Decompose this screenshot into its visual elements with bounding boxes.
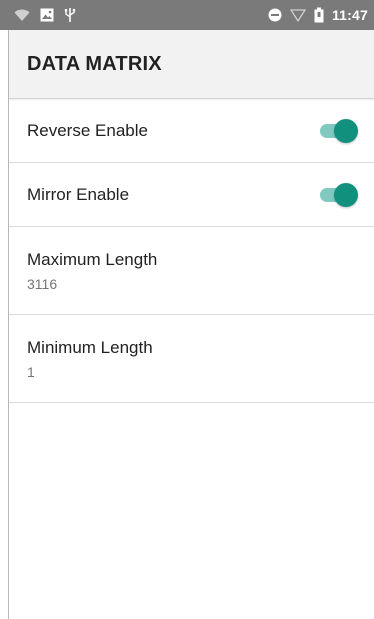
switch-thumb [334, 182, 358, 207]
app-bar: DATA MATRIX [9, 30, 374, 99]
status-time: 11:47 [331, 7, 368, 23]
page-title: DATA MATRIX [27, 52, 162, 75]
signal-icon [289, 8, 306, 22]
usb-icon [64, 7, 76, 23]
status-bar: 11:47 [0, 0, 374, 30]
image-icon [40, 8, 54, 22]
setting-label: Maximum Length [27, 249, 158, 269]
screen: 11:47 DATA MATRIX Reverse Enable Mirror … [0, 0, 374, 619]
setting-mirror-enable[interactable]: Mirror Enable [9, 163, 374, 227]
do-not-disturb-icon [268, 8, 282, 22]
settings-list: Reverse Enable Mirror Enable Maximum Len… [9, 99, 374, 403]
setting-value: 1 [27, 363, 35, 380]
setting-value: 3116 [27, 275, 58, 292]
switch-thumb [334, 118, 358, 143]
setting-label: Mirror Enable [27, 184, 130, 204]
wifi-icon [14, 8, 30, 22]
setting-minimum-length[interactable]: Minimum Length 1 [9, 315, 374, 403]
setting-label: Minimum Length [27, 337, 153, 357]
setting-label: Reverse Enable [27, 120, 148, 140]
reverse-enable-switch[interactable] [318, 118, 358, 144]
setting-reverse-enable[interactable]: Reverse Enable [9, 99, 374, 163]
battery-icon [314, 7, 324, 23]
mirror-enable-switch[interactable] [318, 182, 358, 208]
setting-maximum-length[interactable]: Maximum Length 3116 [9, 227, 374, 315]
